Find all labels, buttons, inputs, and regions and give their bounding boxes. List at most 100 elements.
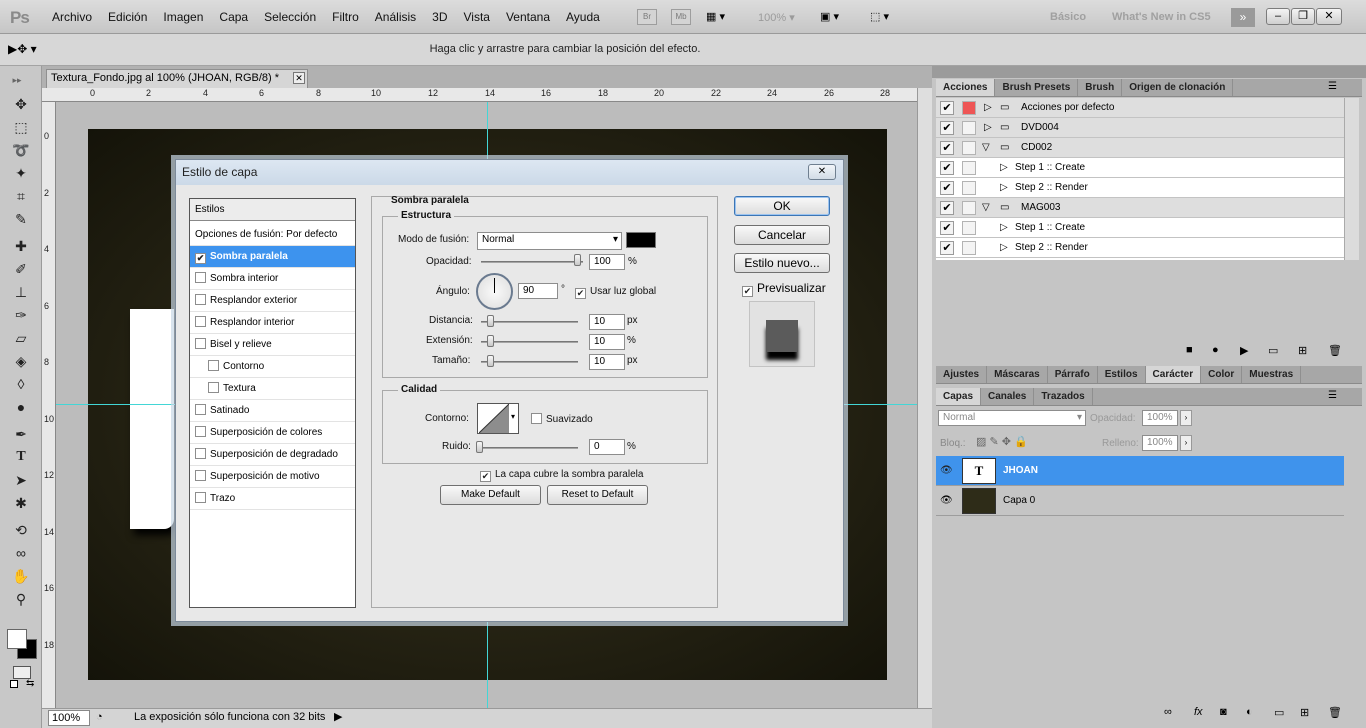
zoom-field[interactable]: 100% xyxy=(48,710,90,726)
style-item-superposicion-degradado[interactable]: Superposición de degradado xyxy=(190,444,355,466)
tab-color[interactable]: Color xyxy=(1201,366,1243,383)
toolbox-collapse-icon[interactable]: ▸▸ xyxy=(6,70,28,90)
style-checkbox[interactable] xyxy=(195,470,206,481)
path-selection-icon[interactable]: ➤ xyxy=(10,470,32,490)
zoom-tool-icon[interactable]: ⚲ xyxy=(10,589,32,609)
angle-field[interactable]: 90 xyxy=(518,283,558,299)
style-checkbox[interactable] xyxy=(195,316,206,327)
knockout-check[interactable]: ✔ xyxy=(480,471,491,482)
menu-capa[interactable]: Capa xyxy=(211,10,256,24)
layers-panel-menu-icon[interactable]: ☰ xyxy=(1328,390,1337,401)
distance-slider[interactable] xyxy=(481,321,578,323)
style-item-superposicion-colores[interactable]: Superposición de colores xyxy=(190,422,355,444)
record-icon[interactable]: ● xyxy=(1212,344,1219,356)
action-toggle-checkbox[interactable]: ✔ xyxy=(940,161,954,175)
style-checkbox[interactable] xyxy=(195,294,206,305)
paint-bucket-icon[interactable]: ◈ xyxy=(10,351,32,371)
action-set[interactable]: ✔ ▷ ▭ DVD004 xyxy=(936,118,1344,138)
clone-stamp-icon[interactable]: ⊥ xyxy=(10,282,32,302)
workspace-basico[interactable]: Básico xyxy=(1050,11,1086,23)
global-light-check[interactable]: ✔ xyxy=(575,288,586,299)
reset-default-button[interactable]: Reset to Default xyxy=(547,485,648,505)
action-dialog-toggle[interactable] xyxy=(962,201,976,215)
menu-ventana[interactable]: Ventana xyxy=(498,10,558,24)
distance-slider-knob[interactable] xyxy=(487,315,494,327)
style-checkbox[interactable] xyxy=(195,272,206,283)
layer-row[interactable]: 👁 T JHOAN xyxy=(936,456,1344,486)
make-default-button[interactable]: Make Default xyxy=(440,485,541,505)
actions-scrollbar[interactable] xyxy=(1344,98,1359,260)
tab-capas[interactable]: Capas xyxy=(936,388,982,405)
arrange-documents-icon[interactable]: ▣ ▾ xyxy=(820,10,839,23)
new-layer-icon[interactable]: ⊞ xyxy=(1300,706,1309,719)
layer-fill-field[interactable]: 100% xyxy=(1142,435,1178,451)
vertical-scrollbar[interactable] xyxy=(917,88,932,708)
move-tool-icon[interactable]: ✥ xyxy=(10,94,32,114)
tab-caracter[interactable]: Carácter xyxy=(1145,366,1202,383)
stop-icon[interactable]: ■ xyxy=(1186,344,1193,356)
style-item-contorno[interactable]: Contorno xyxy=(190,356,355,378)
type-tool-icon[interactable]: T xyxy=(10,447,32,467)
style-item-sombra-interior[interactable]: Sombra interior xyxy=(190,268,355,290)
cancel-button[interactable]: Cancelar xyxy=(734,225,830,245)
action-set[interactable]: ✔ ▷ ▭ Acciones por defecto xyxy=(936,98,1344,118)
brush-tool-icon[interactable]: ✐ xyxy=(10,259,32,279)
size-field[interactable]: 10 xyxy=(589,354,625,370)
tab-trazados[interactable]: Trazados xyxy=(1034,388,1093,405)
history-brush-icon[interactable]: ✑ xyxy=(10,305,32,325)
action-set[interactable]: ✔ ▽ ▭ CD002 xyxy=(936,138,1344,158)
marquee-tool-icon[interactable]: ⬚ xyxy=(10,117,32,137)
layer-fill-arrow-icon[interactable]: › xyxy=(1180,435,1192,451)
menu-vista[interactable]: Vista xyxy=(456,10,498,24)
default-colors-icon[interactable] xyxy=(10,680,18,688)
menu-ayuda[interactable]: Ayuda xyxy=(558,10,608,24)
lock-icons[interactable]: ▨ ✎ ✥ 🔒 xyxy=(976,435,1028,448)
visibility-eye-icon[interactable]: 👁 xyxy=(940,456,953,486)
lasso-tool-icon[interactable]: ➰ xyxy=(10,140,32,160)
menu-edicion[interactable]: Edición xyxy=(100,10,155,24)
collapse-triangle-icon[interactable]: ▽ xyxy=(982,138,990,158)
layer-opacity-field[interactable]: 100% xyxy=(1142,410,1178,426)
action-toggle-checkbox[interactable]: ✔ xyxy=(940,221,954,235)
knockout-checkbox[interactable]: ✔ La capa cubre la sombra paralela xyxy=(480,469,643,482)
style-checkbox[interactable] xyxy=(208,360,219,371)
expand-triangle-icon[interactable]: ▷ xyxy=(984,98,992,118)
restore-button[interactable]: ❐ xyxy=(1291,8,1315,25)
expand-triangle-icon[interactable]: ▷ xyxy=(984,118,992,138)
blur-tool-icon[interactable]: ◊ xyxy=(10,374,32,394)
action-item[interactable]: ✔ ▷ Step 2 :: Render xyxy=(936,178,1344,198)
action-toggle-checkbox[interactable]: ✔ xyxy=(940,101,954,115)
action-dialog-toggle[interactable] xyxy=(962,241,976,255)
menu-seleccion[interactable]: Selección xyxy=(256,10,324,24)
shadow-color-swatch[interactable] xyxy=(626,232,656,248)
tab-canales[interactable]: Canales xyxy=(981,388,1035,405)
action-toggle-checkbox[interactable]: ✔ xyxy=(940,141,954,155)
noise-slider[interactable] xyxy=(478,447,578,449)
style-checkbox[interactable] xyxy=(195,338,206,349)
expand-triangle-icon[interactable]: ▷ xyxy=(1000,218,1008,238)
global-light-checkbox[interactable]: ✔ Usar luz global xyxy=(575,286,656,299)
crop-tool-icon[interactable]: ⌗ xyxy=(10,186,32,206)
tab-muestras[interactable]: Muestras xyxy=(1242,366,1302,383)
spread-field[interactable]: 10 xyxy=(589,334,625,350)
actions-panel-menu-icon[interactable]: ☰ xyxy=(1328,81,1337,92)
document-tab[interactable]: Textura_Fondo.jpg al 100% (JHOAN, RGB/8)… xyxy=(46,69,308,88)
action-item[interactable]: ✔ ▷ Step 1 :: Create xyxy=(936,218,1344,238)
bridge-button[interactable]: Br xyxy=(637,9,657,25)
delete-layer-icon[interactable]: 🗑 xyxy=(1328,706,1342,719)
style-checkbox[interactable] xyxy=(195,492,206,503)
more-workspaces-icon[interactable]: » xyxy=(1231,8,1255,27)
contour-dropdown-arrow-icon[interactable]: ▾ xyxy=(511,412,515,421)
action-toggle-checkbox[interactable]: ✔ xyxy=(940,241,954,255)
menu-analisis[interactable]: Análisis xyxy=(367,10,424,24)
expand-triangle-icon[interactable]: ▷ xyxy=(1000,178,1008,198)
size-slider[interactable] xyxy=(481,361,578,363)
style-checkbox[interactable] xyxy=(195,426,206,437)
action-dialog-toggle[interactable] xyxy=(962,141,976,155)
blend-options-item[interactable]: Opciones de fusión: Por defecto xyxy=(190,224,355,246)
dialog-close-button[interactable]: ✕ xyxy=(808,164,836,180)
preview-check[interactable]: ✔ xyxy=(742,286,753,297)
action-toggle-checkbox[interactable]: ✔ xyxy=(940,181,954,195)
spread-slider-knob[interactable] xyxy=(487,335,494,347)
menu-imagen[interactable]: Imagen xyxy=(155,10,211,24)
